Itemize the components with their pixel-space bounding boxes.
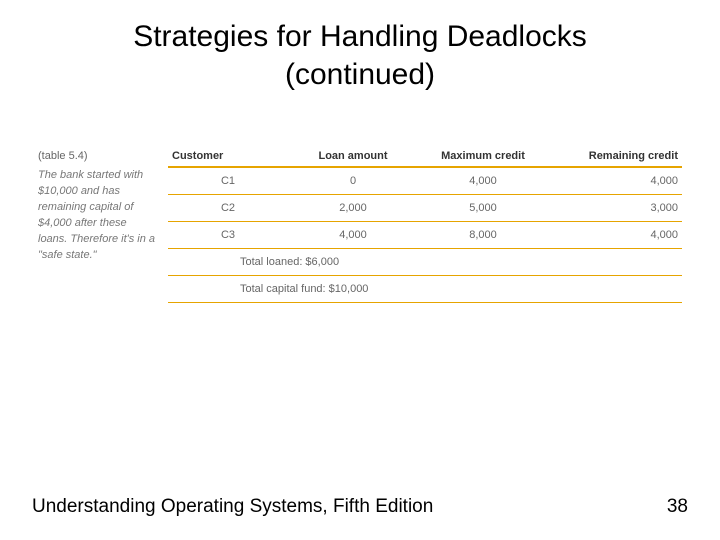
- table-row: C3 4,000 8,000 4,000: [168, 222, 682, 249]
- cell-max: 8,000: [418, 229, 548, 241]
- summary-total-capital: Total capital fund: $10,000: [168, 276, 682, 303]
- cell-remain: 3,000: [548, 202, 682, 214]
- table-header-row: Customer Loan amount Maximum credit Rema…: [168, 150, 682, 168]
- cell-loan: 4,000: [288, 229, 418, 241]
- footer-page-number: 38: [667, 496, 688, 518]
- figure-row: (table 5.4) The bank started with $10,00…: [38, 150, 682, 303]
- table-row: C2 2,000 5,000 3,000: [168, 195, 682, 222]
- slide: Strategies for Handling Deadlocks (conti…: [0, 0, 720, 540]
- cell-customer: C1: [168, 175, 288, 187]
- table-row: C1 0 4,000 4,000: [168, 168, 682, 195]
- summary-total-loaned: Total loaned: $6,000: [168, 249, 682, 276]
- title-line-1: Strategies for Handling Deadlocks: [133, 20, 587, 53]
- th-customer: Customer: [168, 150, 288, 162]
- figure-block: (table 5.4) The bank started with $10,00…: [38, 150, 682, 303]
- figure-sidebar: (table 5.4) The bank started with $10,00…: [38, 150, 168, 264]
- table-label: (table 5.4): [38, 150, 158, 162]
- th-max: Maximum credit: [418, 150, 548, 162]
- slide-title: Strategies for Handling Deadlocks (conti…: [0, 18, 720, 93]
- data-table: Customer Loan amount Maximum credit Rema…: [168, 150, 682, 303]
- cell-max: 4,000: [418, 175, 548, 187]
- table-caption: The bank started with $10,000 and has re…: [38, 168, 158, 264]
- cell-remain: 4,000: [548, 229, 682, 241]
- cell-max: 5,000: [418, 202, 548, 214]
- cell-loan: 0: [288, 175, 418, 187]
- footer-book-title: Understanding Operating Systems, Fifth E…: [32, 496, 433, 518]
- cell-remain: 4,000: [548, 175, 682, 187]
- title-line-2: (continued): [285, 58, 435, 91]
- cell-loan: 2,000: [288, 202, 418, 214]
- th-remain: Remaining credit: [548, 150, 682, 162]
- cell-customer: C3: [168, 229, 288, 241]
- th-loan: Loan amount: [288, 150, 418, 162]
- cell-customer: C2: [168, 202, 288, 214]
